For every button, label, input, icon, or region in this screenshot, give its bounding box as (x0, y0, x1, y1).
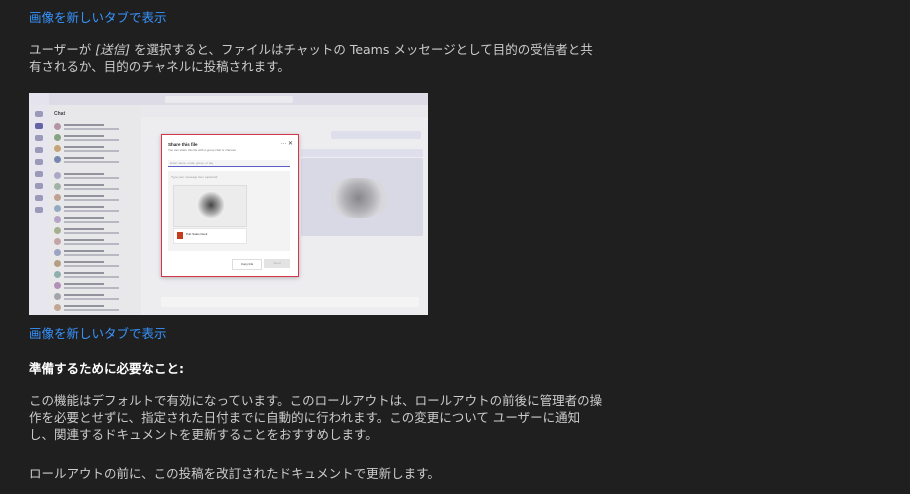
description-paragraph: ユーザーが [送信] を選択すると、ファイルはチャットの Teams メッセージ… (29, 41, 604, 75)
dialog-message-placeholder: Type your message here (optional) (171, 175, 218, 179)
para1-before: ユーザーが (29, 42, 96, 57)
dialog-message-area: Type your message here (optional) Pub Sa… (168, 171, 290, 251)
copy-link-button: Copy link (232, 259, 262, 270)
dialog-recipient-input: Enter name, email, group, or tag (168, 160, 290, 167)
teams-share-screenshot: Chat Share this file You can share this … (29, 93, 428, 315)
dialog-subtitle: You can share this file with a group cha… (168, 148, 236, 152)
powerpoint-icon (177, 232, 183, 239)
send-term: [送信] (95, 42, 130, 57)
screenshot-app-rail (29, 105, 49, 315)
view-image-new-tab-link-bottom[interactable]: 画像を新しいタブで表示 (29, 323, 167, 342)
dialog-title: Share this file (168, 142, 198, 147)
file-attachment: Pub Sales Deck (173, 228, 247, 244)
share-file-dialog: Share this file You can share this file … (161, 134, 299, 277)
prepare-heading: 準備するために必要なこと: (29, 361, 184, 376)
close-icon: ··· ✕ (280, 141, 293, 147)
file-preview-image (173, 185, 247, 227)
rollout-paragraph: この機能はデフォルトで有効になっています。このロールアウトは、ロールアウトの前後… (29, 393, 603, 442)
update-paragraph: ロールアウトの前に、この投稿を改訂されたドキュメントで更新します。 (29, 466, 440, 481)
file-name: Pub Sales Deck (186, 232, 208, 236)
view-image-new-tab-link-top[interactable]: 画像を新しいタブで表示 (29, 7, 167, 26)
send-button: Send (264, 259, 290, 268)
